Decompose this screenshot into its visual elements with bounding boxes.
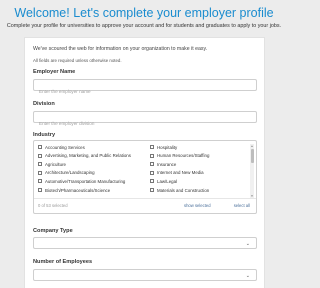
- industry-footer: 0 of 53 selected show selected select al…: [34, 198, 256, 213]
- selected-count: 0 of 53 selected: [38, 203, 68, 208]
- checkbox[interactable]: [38, 179, 42, 184]
- industry-option[interactable]: Automotive/Transportation Manufacturing: [38, 178, 125, 184]
- checkbox[interactable]: [38, 162, 42, 167]
- checkbox[interactable]: [150, 162, 154, 167]
- division-field[interactable]: [33, 111, 257, 129]
- intro-text: We've scoured the web for information on…: [33, 46, 208, 52]
- chevron-down-icon: ⌄: [245, 241, 250, 247]
- employer-name-label: Employer Name: [33, 69, 76, 75]
- industry-option[interactable]: Agriculture: [38, 161, 66, 167]
- industry-option[interactable]: Law/Legal: [150, 178, 177, 184]
- checkbox[interactable]: [150, 179, 154, 184]
- industry-option[interactable]: Internet and New Media: [150, 170, 204, 176]
- checkbox[interactable]: [150, 188, 154, 192]
- page-title: Welcome! Let's complete your employer pr…: [14, 6, 274, 20]
- checkbox[interactable]: [150, 145, 154, 149]
- checkbox[interactable]: [38, 153, 42, 158]
- industry-option[interactable]: Materials and Construction: [150, 187, 209, 193]
- number-of-employees-select[interactable]: ⌄: [33, 269, 257, 281]
- industry-option[interactable]: Insurance: [150, 161, 176, 167]
- company-type-select[interactable]: ⌄: [33, 237, 257, 249]
- page-header: Welcome! Let's complete your employer pr…: [0, 0, 288, 29]
- employer-name-input[interactable]: [34, 86, 256, 97]
- company-type-label: Company Type: [33, 228, 73, 234]
- industry-option[interactable]: Hospitality: [150, 144, 177, 150]
- checkbox[interactable]: [38, 188, 42, 192]
- division-input[interactable]: [34, 118, 256, 129]
- industry-option[interactable]: Accounting Services: [38, 144, 85, 150]
- industry-option[interactable]: Human Resources/Staffing: [150, 153, 209, 159]
- page-subtitle: Complete your profile for universities t…: [6, 23, 282, 29]
- industry-label: Industry: [33, 132, 56, 138]
- required-note: All fields are required unless otherwise…: [33, 58, 122, 63]
- industry-option[interactable]: Biotech/Pharmaceuticals/Science: [38, 187, 110, 193]
- scrollbar-thumb[interactable]: [250, 149, 254, 163]
- checkbox[interactable]: [150, 170, 154, 175]
- checkbox[interactable]: [38, 145, 42, 149]
- industry-option[interactable]: Architecture/Landscaping: [38, 170, 95, 176]
- chevron-down-icon: ⌄: [245, 273, 250, 279]
- industry-option[interactable]: Advertising, Marketing, and Public Relat…: [38, 153, 131, 159]
- employer-name-field[interactable]: [33, 79, 257, 97]
- checkbox[interactable]: [150, 153, 154, 158]
- checkbox[interactable]: [38, 170, 42, 175]
- scroll-up-icon[interactable]: ▲: [250, 144, 254, 148]
- industry-options: Accounting Services Advertising, Marketi…: [38, 144, 244, 198]
- show-selected-link[interactable]: show selected: [184, 203, 211, 208]
- select-all-link[interactable]: select all: [234, 203, 250, 208]
- industry-multiselect: Accounting Services Advertising, Marketi…: [33, 140, 257, 214]
- division-label: Division: [33, 101, 55, 107]
- number-of-employees-label: Number of Employees: [33, 259, 93, 265]
- industry-scrollbar[interactable]: ▲ ▼: [250, 144, 254, 198]
- profile-form-card: We've scoured the web for information on…: [24, 37, 265, 288]
